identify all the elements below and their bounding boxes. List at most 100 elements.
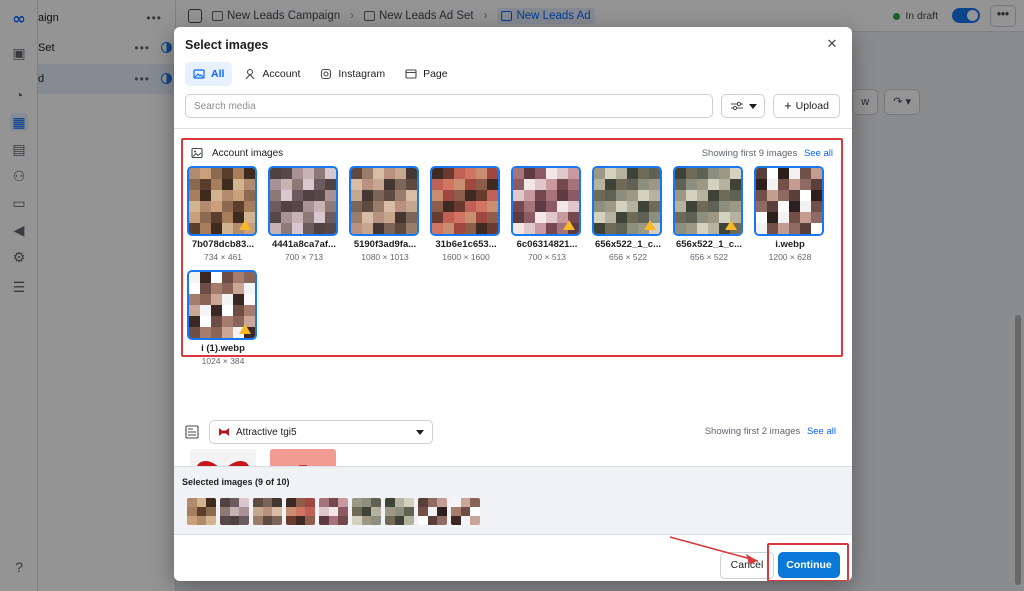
- warning-icon: [644, 220, 656, 230]
- image-dimensions: 1080 × 1013: [361, 252, 409, 262]
- page-name: Attractive tgi5: [236, 426, 297, 438]
- search-media-input[interactable]: [185, 94, 713, 118]
- image-tile[interactable]: i.webp 1200 × 628: [754, 166, 826, 262]
- image-thumbnail[interactable]: [349, 166, 419, 236]
- pixelated-image: [432, 168, 498, 234]
- selected-images-bar: Selected images (9 of 10): [174, 466, 852, 534]
- image-tile[interactable]: 656x522_1_c... 656 × 522: [673, 166, 745, 262]
- bow-icon: [219, 428, 229, 436]
- annotation-arrow-icon: [669, 536, 759, 564]
- dialog-footer: Cancel Continue: [174, 534, 852, 581]
- image-filename: 656x522_1_c...: [594, 239, 662, 250]
- tile-letter: A: [270, 459, 336, 466]
- section-count: Showing first 9 images See all: [702, 148, 833, 159]
- image-filename: 31b6e1c653...: [435, 239, 497, 250]
- image-filename: i.webp: [775, 239, 805, 250]
- tab-label: All: [211, 68, 225, 80]
- selected-thumbnail[interactable]: [319, 498, 348, 525]
- image-dimensions: 1200 × 628: [768, 252, 812, 262]
- close-icon[interactable]: ✕: [824, 36, 840, 52]
- image-filename: 5190f3ad9fa...: [353, 239, 417, 250]
- image-dimensions: 734 × 461: [203, 252, 243, 262]
- selected-thumbnail[interactable]: [253, 498, 282, 525]
- media-scroll-area[interactable]: Account images Showing first 9 images Se…: [174, 129, 852, 466]
- plus-icon: +: [784, 98, 792, 113]
- tab-page[interactable]: Page: [397, 62, 456, 86]
- selected-thumbnail[interactable]: [286, 498, 315, 525]
- image-dimensions: 700 × 713: [284, 252, 324, 262]
- filter-button[interactable]: [721, 94, 765, 118]
- image-thumbnail[interactable]: [187, 270, 257, 340]
- image-thumbnail[interactable]: [187, 166, 257, 236]
- continue-button[interactable]: Continue: [778, 552, 840, 578]
- page-selector-dropdown[interactable]: Attractive tgi5: [209, 420, 433, 444]
- selected-thumbnail[interactable]: [418, 498, 447, 525]
- upload-button[interactable]: + Upload: [773, 94, 840, 118]
- chevron-down-icon: [416, 430, 424, 435]
- selected-thumbnail[interactable]: [385, 498, 414, 525]
- warning-icon: [725, 220, 737, 230]
- selected-thumbnail[interactable]: [451, 498, 480, 525]
- selected-thumbnails: [187, 498, 480, 525]
- image-thumbnail[interactable]: [673, 166, 743, 236]
- pixelated-image: [270, 168, 336, 234]
- selected-thumbnail[interactable]: [187, 498, 216, 525]
- image-dimensions: 1600 × 1600: [442, 252, 490, 262]
- page-image-bow[interactable]: [190, 449, 256, 466]
- image-dimensions: 656 × 522: [608, 252, 648, 262]
- showing-text: Showing first 9 images: [701, 148, 798, 159]
- selected-thumbnail[interactable]: [220, 498, 249, 525]
- section-header: Account images: [191, 147, 283, 159]
- image-tile[interactable]: 656x522_1_c... 656 × 522: [592, 166, 664, 262]
- select-images-dialog: Select images ✕ All Account Instagram Pa…: [174, 27, 852, 581]
- image-icon: [193, 69, 205, 79]
- tab-all[interactable]: All: [185, 62, 233, 86]
- image-thumbnail[interactable]: [268, 166, 338, 236]
- page-images-header: Attractive tgi5: [185, 420, 433, 444]
- chevron-down-icon: [748, 103, 757, 109]
- warning-icon: [563, 220, 575, 230]
- sliders-icon: [730, 101, 743, 111]
- image-dimensions: 656 × 522: [689, 252, 729, 262]
- see-all-link[interactable]: See all: [804, 148, 833, 159]
- image-thumbnail[interactable]: [511, 166, 581, 236]
- upload-label: Upload: [795, 100, 829, 112]
- tab-account[interactable]: Account: [236, 62, 308, 86]
- image-thumbnail[interactable]: [430, 166, 500, 236]
- tab-label: Instagram: [338, 68, 386, 80]
- section-title: Account images: [212, 147, 284, 159]
- image-filename: 6c06314821...: [516, 239, 578, 250]
- account-images-section: Account images Showing first 9 images Se…: [181, 138, 843, 366]
- page-icon: [405, 69, 417, 79]
- showing-text: Showing first 2 images: [704, 426, 801, 437]
- image-thumbnail[interactable]: [592, 166, 662, 236]
- see-all-link[interactable]: See all: [807, 426, 836, 437]
- image-filename: 4441a8ca7af...: [272, 239, 336, 250]
- page-image-letter[interactable]: A: [270, 449, 336, 466]
- instagram-icon: [321, 68, 332, 80]
- tab-instagram[interactable]: Instagram: [312, 62, 393, 86]
- image-filename: 656x522_1_c...: [675, 239, 743, 250]
- page-section-count: Showing first 2 images See all: [705, 426, 836, 437]
- selected-count-title: Selected images (9 of 10): [182, 477, 290, 487]
- tab-label: Page: [423, 68, 448, 80]
- image-filename: i (1).webp: [201, 343, 245, 354]
- selected-thumbnail[interactable]: [352, 498, 381, 525]
- warning-icon: [239, 220, 251, 230]
- account-icon: [246, 68, 255, 80]
- image-tile[interactable]: 5190f3ad9fa... 1080 × 1013: [349, 166, 421, 262]
- image-thumbnail[interactable]: [754, 166, 824, 236]
- page-gallery-icon: [185, 425, 199, 439]
- image-tile[interactable]: i (1).webp 1024 × 384: [187, 270, 259, 366]
- image-tile[interactable]: 4441a8ca7af... 700 × 713: [268, 166, 340, 262]
- red-bow-image: [197, 461, 249, 466]
- pixelated-image: [351, 168, 417, 234]
- image-tile[interactable]: 6c06314821... 700 × 513: [511, 166, 583, 262]
- image-library-icon: [191, 147, 203, 159]
- image-tile[interactable]: 7b078dcb83... 734 × 461: [187, 166, 259, 262]
- warning-icon: [239, 324, 251, 334]
- image-tile[interactable]: 31b6e1c653... 1600 × 1600: [430, 166, 502, 262]
- image-dimensions: 700 × 513: [527, 252, 567, 262]
- media-source-tabs: All Account Instagram Page: [185, 62, 456, 86]
- dialog-title: Select images: [185, 38, 269, 52]
